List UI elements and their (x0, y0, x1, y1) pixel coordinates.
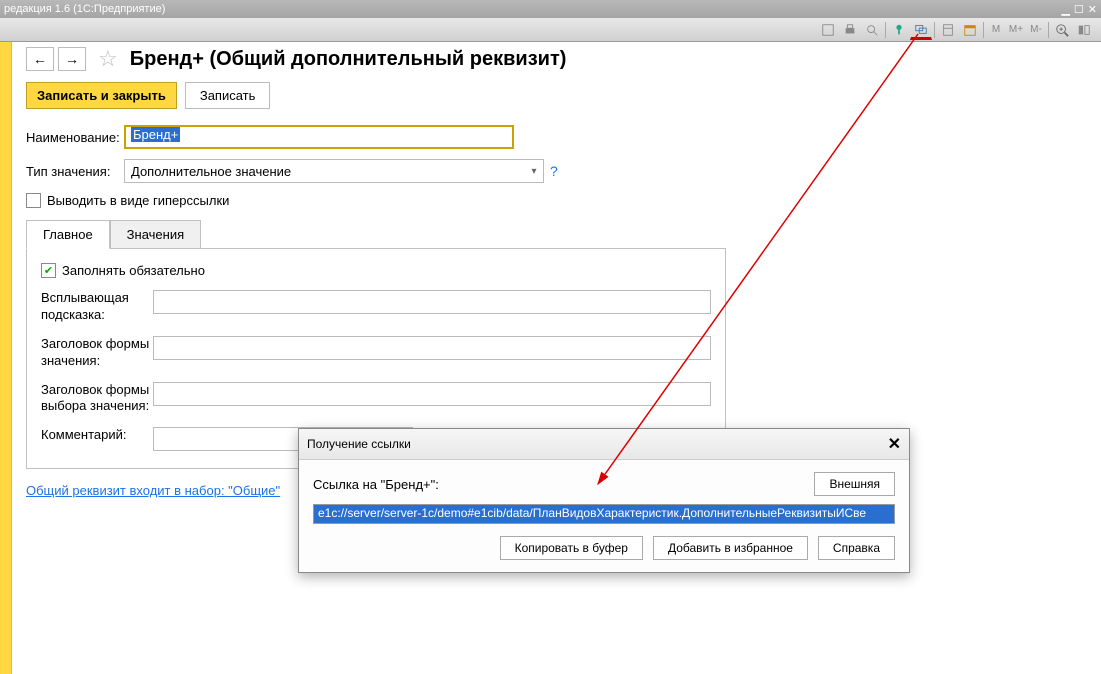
max-icon[interactable]: ☐ (1074, 3, 1084, 16)
get-link-icon[interactable] (910, 20, 932, 40)
panel-icon[interactable] (1073, 20, 1095, 40)
forward-button[interactable]: → (58, 47, 86, 71)
valform-input[interactable] (153, 336, 711, 360)
type-input[interactable] (124, 159, 544, 183)
mem-mminus[interactable]: M- (1026, 24, 1046, 35)
link-green-icon[interactable] (888, 20, 910, 40)
selform-label: Заголовок формы выбора значения: (41, 382, 153, 416)
copy-button[interactable]: Копировать в буфер (500, 536, 643, 560)
save-icon[interactable] (817, 20, 839, 40)
favorite-icon[interactable]: ☆ (98, 46, 118, 72)
help-icon[interactable]: ? (550, 163, 558, 179)
get-link-dialog: Получение ссылки ✕ Ссылка на "Бренд+": В… (298, 428, 910, 573)
comment-label: Комментарий: (41, 427, 153, 444)
save-button[interactable]: Записать (185, 82, 271, 109)
calendar-icon[interactable] (959, 20, 981, 40)
tab-main[interactable]: Главное (26, 220, 110, 249)
help-button[interactable]: Справка (818, 536, 895, 560)
mem-mplus[interactable]: M+ (1006, 24, 1026, 35)
close-icon[interactable]: ✕ (1088, 3, 1097, 16)
tooltip-label: Всплывающая подсказка: (41, 290, 153, 324)
favorite-button[interactable]: Добавить в избранное (653, 536, 808, 560)
hyperlink-check-label: Выводить в виде гиперссылки (47, 193, 229, 208)
tooltip-input[interactable] (153, 290, 711, 314)
hyperlink-checkbox[interactable] (26, 193, 41, 208)
mem-m[interactable]: M (986, 24, 1006, 35)
dialog-close-button[interactable]: ✕ (888, 434, 901, 454)
page-title: Бренд+ (Общий дополнительный реквизит) (130, 48, 567, 71)
required-checkbox[interactable]: ✔ (41, 263, 56, 278)
left-rail (0, 42, 12, 674)
external-button[interactable]: Внешняя (814, 472, 895, 496)
dropdown-icon[interactable]: ▾ (525, 160, 543, 182)
min-icon[interactable]: ▁ (1061, 3, 1069, 16)
dialog-link-label: Ссылка на "Бренд+": (313, 477, 439, 492)
tab-values[interactable]: Значения (110, 220, 201, 249)
set-link[interactable]: Общий реквизит входит в набор: "Общие" (26, 483, 280, 498)
dialog-title: Получение ссылки (307, 437, 411, 451)
zoom-icon[interactable] (1051, 20, 1073, 40)
print-icon[interactable] (839, 20, 861, 40)
app-title: редакция 1.6 (1С:Предприятие) (4, 3, 1061, 15)
preview-icon[interactable] (861, 20, 883, 40)
url-input[interactable]: e1c://server/server-1c/demo#e1cib/data/П… (313, 504, 895, 524)
type-label: Тип значения: (26, 164, 124, 179)
back-button[interactable]: ← (26, 47, 54, 71)
name-label: Наименование: (26, 130, 124, 145)
calc-icon[interactable] (937, 20, 959, 40)
required-label: Заполнять обязательно (62, 263, 205, 278)
selform-input[interactable] (153, 382, 711, 406)
valform-label: Заголовок формы значения: (41, 336, 153, 370)
save-and-close-button[interactable]: Записать и закрыть (26, 82, 177, 109)
name-input[interactable]: Бренд+ (124, 125, 514, 149)
